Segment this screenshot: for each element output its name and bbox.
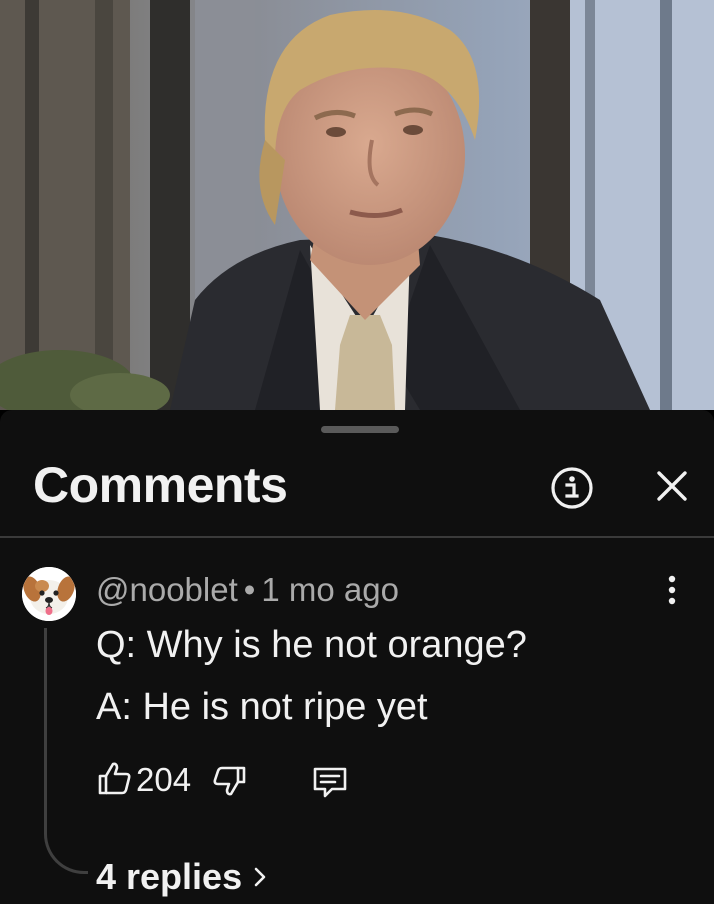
reply-comment-icon xyxy=(313,767,347,798)
avatar[interactable] xyxy=(22,567,76,621)
thumbs-down-icon xyxy=(213,766,246,796)
comment-text-line: Q: Why is he not orange? xyxy=(96,624,527,666)
info-button[interactable] xyxy=(548,464,596,512)
view-replies-link[interactable]: 4 replies xyxy=(96,856,270,898)
dog-face-avatar-icon xyxy=(22,567,76,621)
thread-line xyxy=(44,628,88,874)
dislike-button[interactable] xyxy=(210,762,250,802)
close-icon xyxy=(657,471,687,501)
reply-button[interactable] xyxy=(310,762,350,802)
drag-handle[interactable] xyxy=(321,426,399,433)
comment-meta: @nooblet • 1 mo ago xyxy=(96,571,399,609)
replies-label: 4 replies xyxy=(96,856,243,897)
video-player[interactable] xyxy=(0,0,714,410)
more-vertical-icon xyxy=(668,575,676,605)
comment-author[interactable]: @nooblet xyxy=(96,571,238,608)
info-icon xyxy=(551,467,593,509)
like-button[interactable] xyxy=(94,758,134,798)
chevron-right-icon xyxy=(254,867,266,887)
like-count: 204 xyxy=(136,761,192,798)
close-button[interactable] xyxy=(650,464,694,508)
comments-panel: Comments @nooblet • 1 mo ago Q: Why is h… xyxy=(0,410,714,904)
panel-title: Comments xyxy=(33,457,288,513)
meta-separator: • xyxy=(243,571,256,608)
header-divider xyxy=(0,536,714,538)
comment-text-line: A: He is not ripe yet xyxy=(96,686,428,728)
comment-time: 1 mo ago xyxy=(261,571,399,608)
video-frame xyxy=(0,0,714,410)
thumbs-up-icon xyxy=(98,762,131,795)
comment-more-button[interactable] xyxy=(656,570,688,610)
